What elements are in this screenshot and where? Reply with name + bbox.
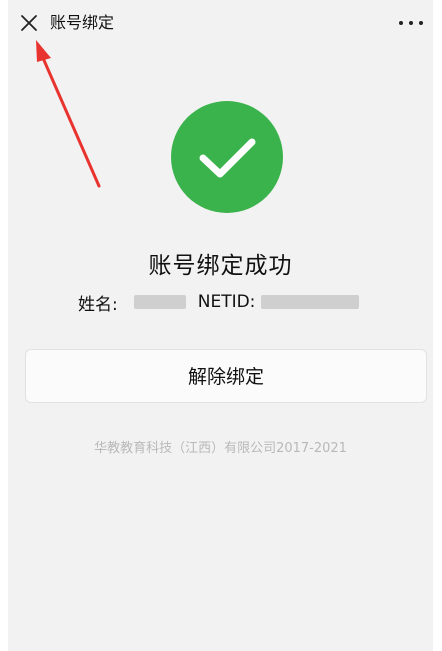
copyright-footer: 华教教育科技（江西）有限公司2017-2021 [94,441,347,456]
success-message: 账号绑定成功 [148,253,293,279]
account-info-row: 姓名: NETID: [78,290,360,315]
close-button[interactable] [18,12,40,34]
top-navigation-bar: 账号绑定 [8,0,433,46]
checkmark-icon [199,138,256,178]
app-screen: 账号绑定 账号绑定成功 姓名: NETID: 解除绑定 华教教育科技（江西）有限… [8,0,433,651]
close-icon [21,15,37,31]
more-dots-icon [399,21,403,25]
name-label: 姓名: [78,294,118,315]
unbind-button[interactable]: 解除绑定 [25,349,427,403]
more-options-button[interactable] [399,12,423,34]
page-title: 账号绑定 [50,13,115,32]
netid-label: NETID: [197,292,256,312]
success-status-icon [171,101,283,213]
netid-value-redacted [261,295,360,309]
name-value-redacted [133,295,186,309]
